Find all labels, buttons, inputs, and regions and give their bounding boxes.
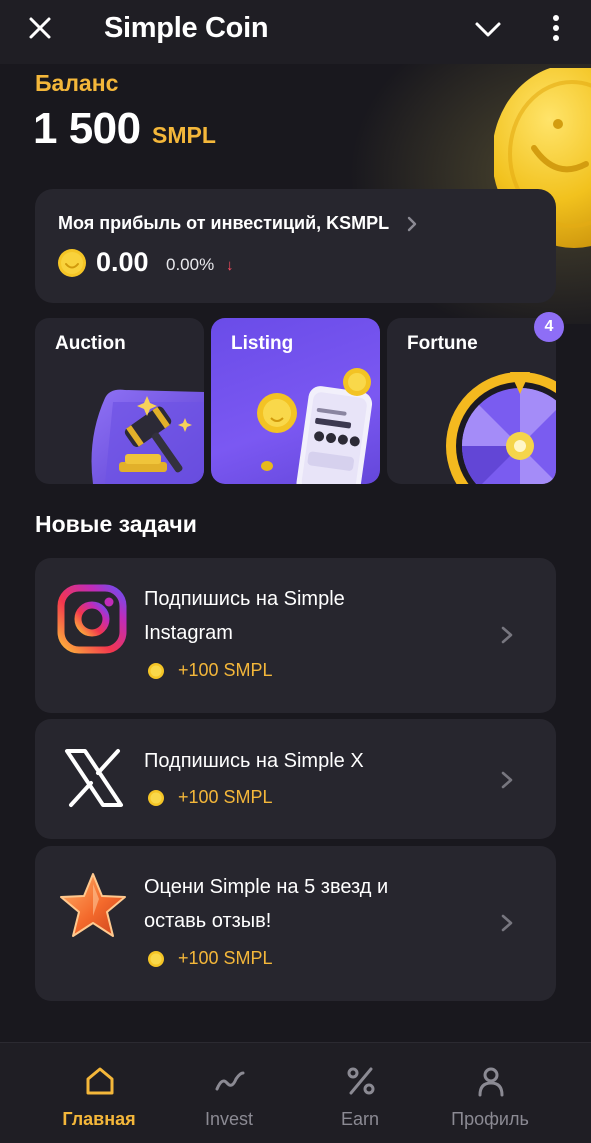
tile-fortune[interactable]: Fortune bbox=[387, 318, 556, 484]
nav-earn-label: Earn bbox=[340, 1109, 380, 1129]
home-icon bbox=[86, 1067, 114, 1095]
task-title-line1: Подпишись на Simple X bbox=[144, 750, 364, 772]
balance-unit: SMPL bbox=[152, 122, 216, 148]
close-icon[interactable] bbox=[24, 12, 56, 44]
chart-line-icon bbox=[215, 1071, 245, 1091]
chevron-right-icon bbox=[501, 771, 513, 789]
tile-listing-label: Listing bbox=[231, 333, 294, 354]
tile-auction[interactable]: Auction bbox=[35, 318, 204, 484]
nav-profile-label: Профиль bbox=[451, 1109, 529, 1129]
bottom-nav: Главная Invest Earn Профиль bbox=[0, 1042, 591, 1143]
reward-text: +100 SMPL bbox=[178, 948, 273, 968]
reward-text: +100 SMPL bbox=[178, 660, 273, 680]
coin-icon bbox=[148, 790, 164, 806]
user-icon bbox=[478, 1067, 504, 1097]
profit-value: 0.00 bbox=[96, 247, 149, 277]
tile-auction-label: Auction bbox=[55, 333, 126, 354]
chevron-right-icon bbox=[501, 626, 513, 644]
nav-earn[interactable]: Earn bbox=[295, 1043, 425, 1143]
fortune-badge: 4 bbox=[534, 312, 564, 342]
fortune-wheel-icon bbox=[446, 372, 556, 484]
top-bar: Simple Coin bbox=[0, 0, 591, 64]
nav-invest[interactable]: Invest bbox=[164, 1043, 294, 1143]
nav-home[interactable]: Главная bbox=[34, 1043, 164, 1143]
task-title-line1: Оцени Simple на 5 звезд и bbox=[144, 876, 389, 898]
more-vertical-icon[interactable] bbox=[543, 12, 569, 44]
tasks-section-title: Новые задачи bbox=[35, 511, 197, 537]
reward-text: +100 SMPL bbox=[178, 787, 273, 807]
tile-listing[interactable]: Listing bbox=[211, 318, 380, 484]
gavel-icon bbox=[91, 389, 204, 484]
task-instagram[interactable]: Подпишись на Simple Instagram +100 SMPL bbox=[35, 558, 556, 713]
chevron-right-icon bbox=[407, 216, 417, 232]
star-icon bbox=[60, 873, 126, 937]
balance-value: 1 500 bbox=[33, 104, 141, 153]
smiley-coin-icon bbox=[58, 249, 86, 277]
coin-icon bbox=[148, 663, 164, 679]
task-title-line2: оставь отзыв! bbox=[144, 910, 272, 932]
tile-fortune-label: Fortune bbox=[407, 333, 478, 354]
instagram-icon bbox=[57, 584, 127, 654]
chevron-right-icon bbox=[501, 914, 513, 932]
task-title-line1: Подпишись на Simple bbox=[144, 588, 345, 610]
task-rate-app[interactable]: Оцени Simple на 5 звезд и оставь отзыв! … bbox=[35, 846, 556, 1001]
task-title-line2: Instagram bbox=[144, 622, 233, 644]
chevron-down-icon[interactable] bbox=[472, 14, 504, 44]
app-title: Simple Coin bbox=[104, 12, 269, 44]
x-logo-icon bbox=[65, 749, 123, 807]
percent-icon bbox=[347, 1067, 375, 1095]
nav-profile[interactable]: Профиль bbox=[425, 1043, 555, 1143]
nav-home-label: Главная bbox=[62, 1109, 136, 1129]
phone-coins-icon bbox=[257, 368, 373, 484]
trend-down-icon: ↓ bbox=[226, 257, 234, 274]
task-x[interactable]: Подпишись на Simple X +100 SMPL bbox=[35, 719, 556, 839]
nav-invest-label: Invest bbox=[204, 1109, 254, 1129]
balance-label: Баланс bbox=[35, 70, 119, 96]
investment-profit-card[interactable]: Моя прибыль от инвестиций, KSMPL 0.00 0.… bbox=[35, 189, 556, 303]
profit-title: Моя прибыль от инвестиций, KSMPL bbox=[58, 213, 390, 233]
coin-icon bbox=[148, 951, 164, 967]
profit-percent: 0.00% bbox=[166, 255, 215, 274]
